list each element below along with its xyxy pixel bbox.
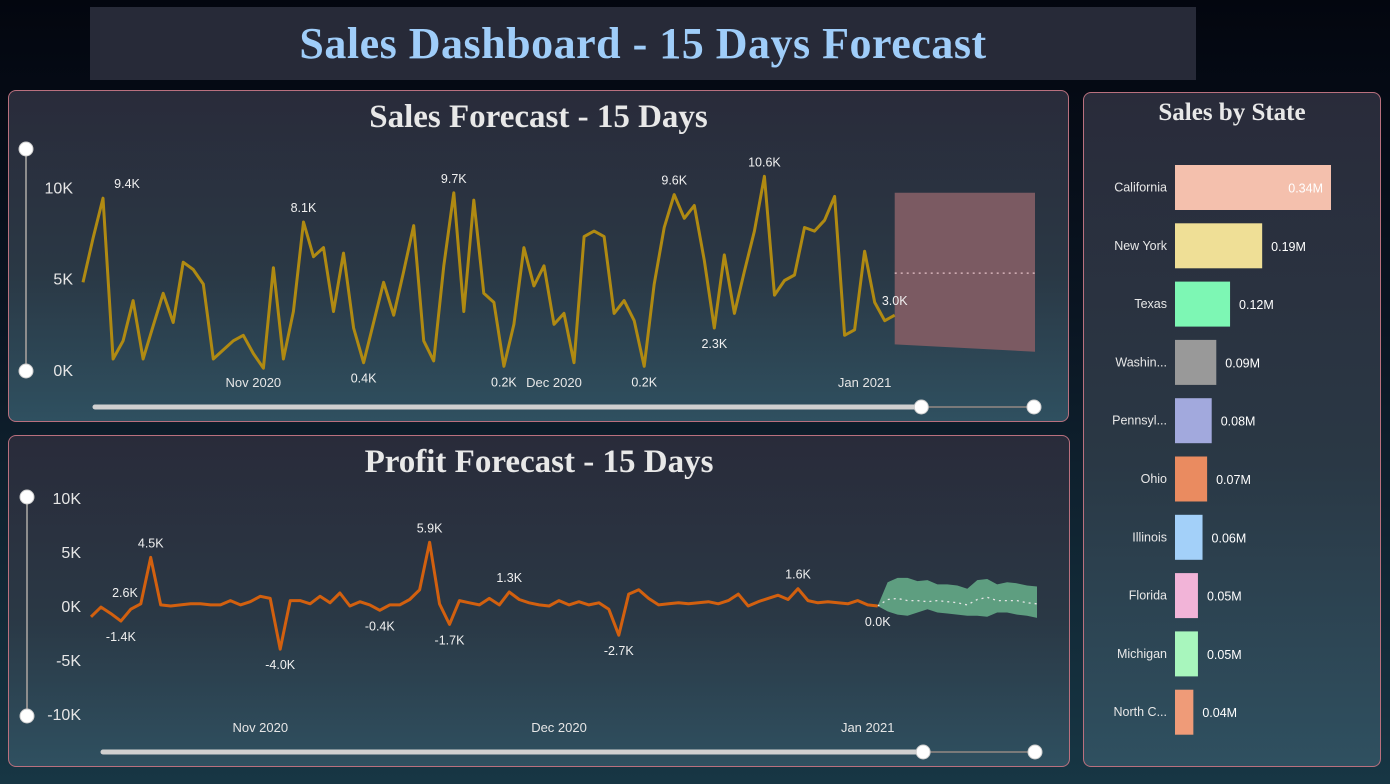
state-value-label: 0.05M [1207,648,1242,662]
profit-data-label: -1.4K [106,630,137,644]
state-bar[interactable] [1175,398,1212,444]
profit-y-slider-handle-top[interactable] [19,489,35,505]
profit-chart-svg: -10K -5K 0K 5K 10K Nov 2020 Dec 2020 Jan 2021 2.… [19,489,1043,760]
profit-data-label: -1.7K [435,633,466,647]
state-chart-svg: California 0.34M New York 0.19M Texas 0.12M Wa… [1112,165,1331,735]
sales-actual-line [81,174,896,370]
sales-x-tick-label: Nov 2020 [226,375,282,390]
state-value-label: 0.09M [1225,356,1260,370]
profit-data-label: -4.0K [265,658,296,672]
sales-by-state-panel: Sales by State California 0.34M New York 0.… [1083,92,1381,767]
state-bar[interactable] [1175,281,1231,327]
sales-y-tick-label: 5K [53,272,73,289]
state-bar[interactable] [1175,689,1194,735]
state-value-label: 0.08M [1221,415,1256,429]
sales-y-tick-label: 10K [45,180,74,197]
profit-y-tick-label: 0K [61,599,81,616]
profit-data-label: 5.9K [417,521,443,535]
profit-data-label: 2.6K [112,586,138,600]
sales-data-label: 9.6K [661,174,687,188]
state-category-label: Washin... [1115,355,1167,369]
profit-data-label: 0.0K [865,615,891,629]
sales-data-label: 9.7K [441,172,467,186]
profit-y-tick-label: 10K [53,491,82,508]
profit-x-tick-label: Jan 2021 [841,720,895,735]
state-value-label: 0.34M [1288,182,1323,196]
state-bar[interactable] [1175,514,1203,560]
sales-data-label: 8.1K [291,201,317,215]
sales-data-label: 3.0K [882,294,908,308]
sales-data-label: 9.4K [114,177,140,191]
state-bar[interactable] [1175,573,1198,619]
profit-y-tick-label: 5K [61,545,81,562]
state-value-label: 0.04M [1202,706,1237,720]
sales-forecast-panel: Sales Forecast - 15 Days 0K 5K 10K Nov 2020… [8,90,1069,422]
profit-y-tick-label: -10K [47,707,81,724]
sales-y-slider-handle-bottom[interactable] [18,363,34,379]
state-category-label: New York [1114,239,1168,253]
state-value-label: 0.06M [1212,531,1247,545]
profit-x-slider-handle-start[interactable] [915,744,931,760]
sales-data-label: 0.4K [351,372,377,386]
profit-x-tick-label: Nov 2020 [232,720,288,735]
sales-chart-svg: 0K 5K 10K Nov 2020 Dec 2020 Jan 2021 9.4K 8.1K 0… [18,141,1042,415]
sales-data-label: 10.6K [748,155,781,169]
state-category-label: California [1114,181,1167,195]
sales-x-slider-handle-start[interactable] [913,399,929,415]
state-bar[interactable] [1175,223,1263,269]
state-value-label: 0.12M [1239,298,1274,312]
state-bar[interactable] [1175,339,1217,385]
state-category-label: Florida [1129,589,1167,603]
sales-x-tick-label: Jan 2021 [838,375,892,390]
profit-y-slider-handle-bottom[interactable] [19,708,35,724]
state-value-label: 0.07M [1216,473,1251,487]
profit-data-label: -0.4K [365,619,396,633]
sales-x-tick-label: Dec 2020 [526,375,582,390]
profit-y-tick-label: -5K [56,653,81,670]
profit-data-label: 4.5K [138,536,164,550]
state-value-label: 0.05M [1207,590,1242,604]
state-category-label: Pennsyl... [1112,414,1167,428]
profit-data-label: 1.6K [785,568,811,582]
state-category-label: North C... [1114,705,1168,719]
sales-x-slider-handle-end[interactable] [1026,399,1042,415]
state-bar[interactable] [1175,456,1208,502]
sales-forecast-band [894,192,1035,352]
sales-data-label: 2.3K [701,337,727,351]
profit-forecast-band [877,577,1037,618]
state-category-label: Illinois [1132,530,1167,544]
sales-y-tick-label: 0K [53,363,73,380]
profit-x-slider-handle-end[interactable] [1027,744,1043,760]
profit-x-tick-label: Dec 2020 [531,720,587,735]
profit-forecast-panel: Profit Forecast - 15 Days -10K -5K 0K 5K 10K… [8,435,1070,767]
profit-data-label: -2.7K [604,644,635,658]
profit-actual-line [89,540,878,651]
state-category-label: Michigan [1117,647,1167,661]
state-bar[interactable] [1175,631,1198,677]
sales-y-slider-handle-top[interactable] [18,141,34,157]
dashboard-title-bar: Sales Dashboard - 15 Days Forecast [90,7,1196,80]
state-category-label: Texas [1134,297,1167,311]
state-value-label: 0.19M [1271,240,1306,254]
sales-data-label: 0.2K [491,375,517,389]
profit-data-label: 1.3K [496,571,522,585]
sales-data-label: 0.2K [631,375,657,389]
dashboard-title: Sales Dashboard - 15 Days Forecast [299,19,987,68]
state-category-label: Ohio [1141,472,1167,486]
